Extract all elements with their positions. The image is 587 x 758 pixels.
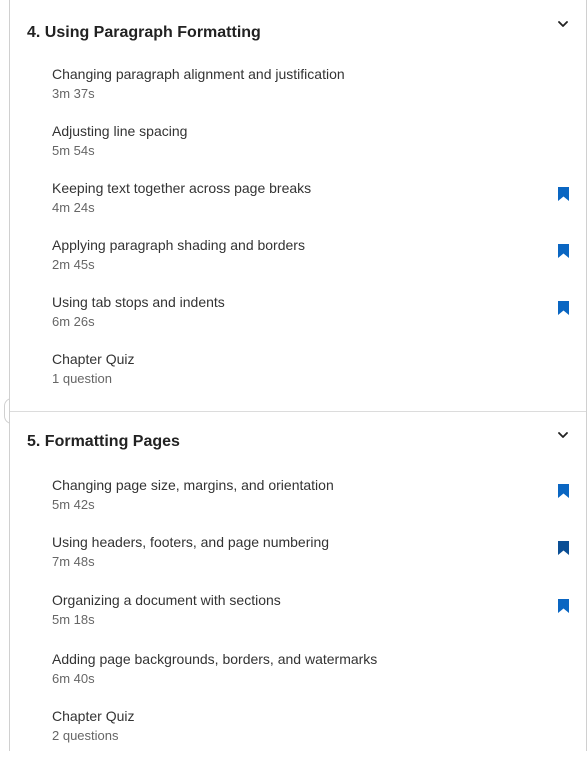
video-item[interactable]: Organizing a document with sections 5m 1… xyxy=(10,592,586,642)
chapter-title[interactable]: 4. Using Paragraph Formatting xyxy=(27,24,261,42)
quiz-item[interactable]: Chapter Quiz 1 question xyxy=(10,351,586,401)
video-title[interactable]: Changing page size, margins, and orienta… xyxy=(52,477,334,493)
video-item[interactable]: Using tab stops and indents 6m 26s xyxy=(10,294,586,344)
video-item[interactable]: Adjusting line spacing 5m 54s xyxy=(10,123,586,173)
video-title[interactable]: Adjusting line spacing xyxy=(52,123,187,139)
chapter-title[interactable]: 5. Formatting Pages xyxy=(27,433,180,451)
video-item[interactable]: Keeping text together across page breaks… xyxy=(10,180,586,230)
chapter-section: 5. Formatting Pages Changing page size, … xyxy=(10,411,586,752)
video-title[interactable]: Organizing a document with sections xyxy=(52,592,281,608)
chevron-down-icon[interactable] xyxy=(558,432,568,442)
bookmark-icon[interactable] xyxy=(558,484,569,498)
video-item[interactable]: Adding page backgrounds, borders, and wa… xyxy=(10,651,586,701)
video-title[interactable]: Adding page backgrounds, borders, and wa… xyxy=(52,651,377,667)
video-duration: 3m 37s xyxy=(52,86,95,101)
video-title[interactable]: Keeping text together across page breaks xyxy=(52,180,311,196)
video-duration: 4m 24s xyxy=(52,200,95,215)
video-title[interactable]: Changing paragraph alignment and justifi… xyxy=(52,66,345,82)
video-duration: 6m 26s xyxy=(52,314,95,329)
video-duration: 2m 45s xyxy=(52,257,95,272)
bookmark-icon[interactable] xyxy=(558,541,569,555)
bookmark-icon[interactable] xyxy=(558,187,569,201)
video-duration: 5m 54s xyxy=(52,143,95,158)
quiz-title[interactable]: Chapter Quiz xyxy=(52,351,134,367)
bookmark-icon[interactable] xyxy=(558,599,569,613)
video-duration: 5m 18s xyxy=(52,612,95,627)
video-duration: 7m 48s xyxy=(52,554,95,569)
video-duration: 6m 40s xyxy=(52,671,95,686)
bookmark-icon[interactable] xyxy=(558,244,569,258)
video-title[interactable]: Using headers, footers, and page numberi… xyxy=(52,534,329,550)
video-item[interactable]: Using headers, footers, and page numberi… xyxy=(10,534,586,584)
video-item[interactable]: Applying paragraph shading and borders 2… xyxy=(10,237,586,287)
course-contents-panel: 4. Using Paragraph Formatting Changing p… xyxy=(9,0,587,751)
video-title[interactable]: Applying paragraph shading and borders xyxy=(52,237,305,253)
quiz-question-count: 2 questions xyxy=(52,728,119,743)
video-item[interactable]: Changing paragraph alignment and justifi… xyxy=(10,66,586,116)
video-duration: 5m 42s xyxy=(52,497,95,512)
chapter-section: 4. Using Paragraph Formatting Changing p… xyxy=(10,0,586,411)
bookmark-icon[interactable] xyxy=(558,301,569,315)
video-title[interactable]: Using tab stops and indents xyxy=(52,294,225,310)
quiz-title[interactable]: Chapter Quiz xyxy=(52,708,134,724)
video-item[interactable]: Changing page size, margins, and orienta… xyxy=(10,477,586,527)
chevron-down-icon[interactable] xyxy=(558,21,568,31)
quiz-question-count: 1 question xyxy=(52,371,112,386)
